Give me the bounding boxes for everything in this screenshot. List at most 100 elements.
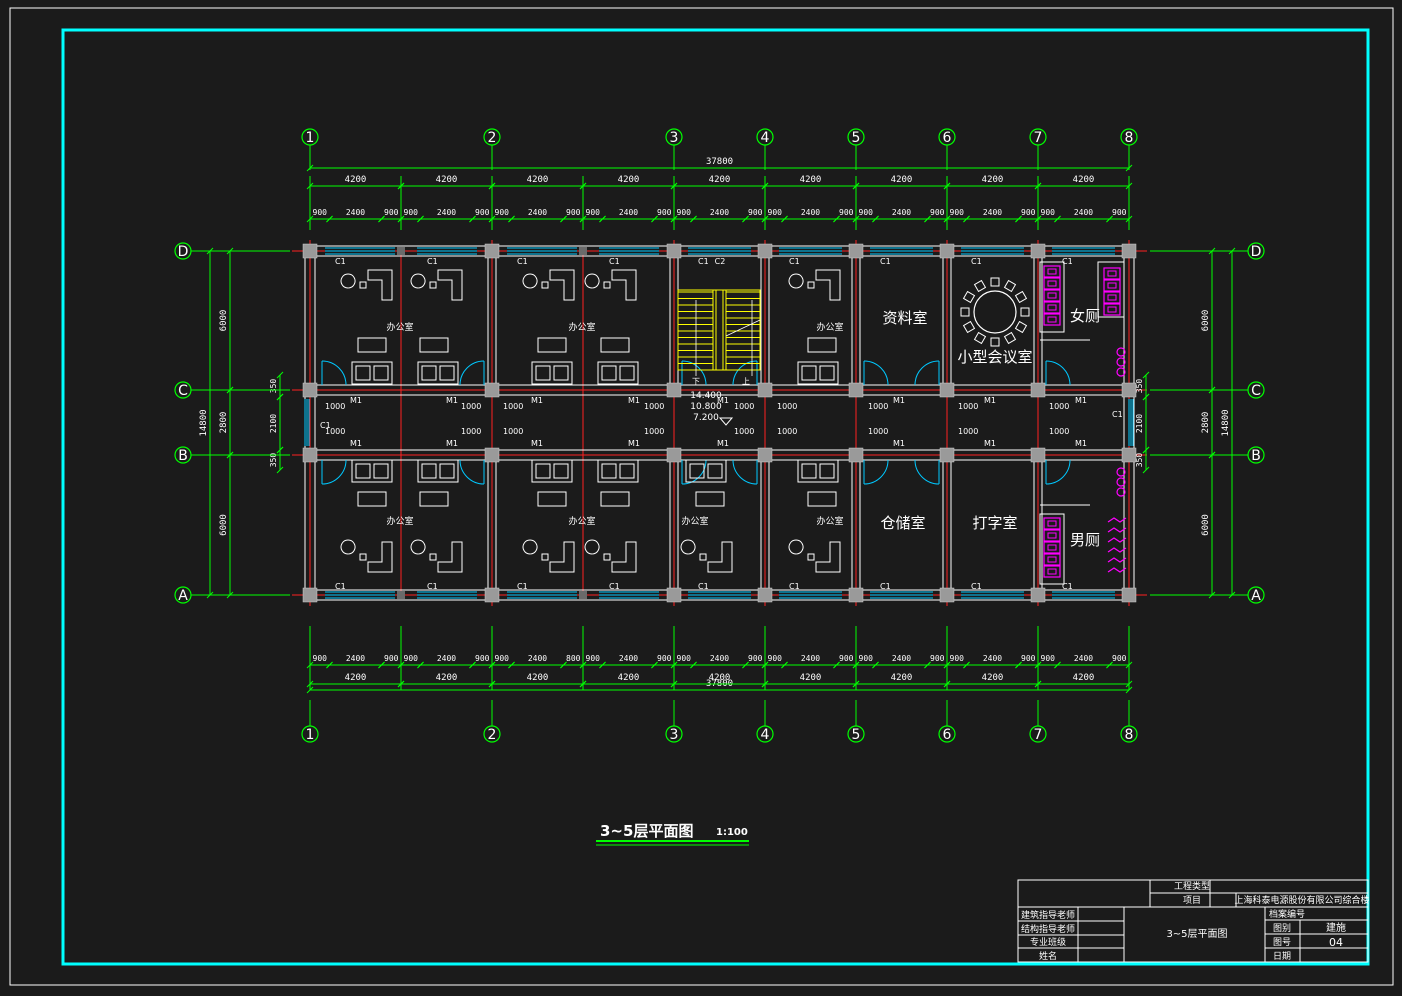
dimension-text: 900: [677, 208, 692, 217]
door-swing-arc: [321, 360, 347, 386]
toilet-bowl: [1047, 268, 1057, 275]
structural-column: [848, 447, 864, 463]
toilet-stall: [1043, 529, 1061, 542]
office-desk: [367, 541, 393, 573]
dimension-text: 900: [586, 654, 601, 663]
stair-up-label: 上: [742, 377, 750, 386]
structural-column: [1030, 243, 1046, 259]
dimension-text: 2400: [619, 654, 638, 663]
axis-lines: [292, 240, 1147, 606]
door-swing-arc: [321, 459, 347, 485]
dimension-text: 4200: [345, 175, 367, 185]
sofa-seat: [819, 365, 835, 381]
coffee-table: [537, 337, 567, 353]
door-swing-arc: [914, 459, 940, 485]
title-block-archive-no: 档案编号: [1269, 908, 1305, 920]
structural-column: [939, 382, 955, 398]
inner-frame: [61, 28, 1370, 966]
title-block-row-3: 专业班级: [1030, 936, 1066, 948]
toilet-stall: [1103, 291, 1121, 304]
sofa: [417, 361, 459, 385]
dimension-text: 900: [950, 208, 965, 217]
office-desk: [815, 541, 841, 573]
axis-bubble-label: C: [1251, 383, 1261, 399]
axis-bubble-label: 8: [1125, 727, 1134, 743]
room-label-storage: 仓储室: [880, 514, 925, 532]
sofa: [797, 361, 839, 385]
dimension-text: 350: [269, 379, 278, 394]
sofa-seat: [535, 365, 551, 381]
toilet-stall: [1043, 541, 1061, 554]
sofa-seat: [553, 463, 569, 479]
door-label: M1: [531, 439, 543, 448]
room-label-office: 办公室: [386, 515, 413, 527]
dimension-text: 2400: [801, 654, 820, 663]
stair-outline: [677, 289, 761, 371]
dimension-text: 900: [677, 654, 692, 663]
structural-column: [1121, 587, 1137, 603]
title-block-number-label: 图号: [1273, 937, 1291, 948]
coffee-table: [419, 491, 449, 507]
dimension-text: 4200: [1073, 673, 1095, 683]
dimension-text: 900: [1112, 208, 1127, 217]
meeting-chair: [1020, 307, 1030, 317]
office-chair: [340, 539, 356, 555]
door-width-label: 1000: [734, 427, 754, 436]
dimension-text: 4200: [618, 673, 640, 683]
door-label: M1: [446, 396, 458, 405]
toilet-bowl: [1047, 556, 1057, 563]
room-label-office: 办公室: [816, 321, 843, 333]
urinal: [1107, 537, 1127, 543]
title-block-row-2: 结构指导老师: [1021, 923, 1075, 935]
room-label-typing: 打字室: [972, 514, 1017, 532]
office-desk: [611, 541, 637, 573]
structural-column: [484, 447, 500, 463]
office-desk: [549, 269, 575, 301]
dimension-text: 900: [748, 654, 763, 663]
dimension-text: 900: [657, 654, 672, 663]
door-width-label: 1000: [503, 427, 523, 436]
structural-column: [484, 243, 500, 259]
office-computer: [541, 281, 549, 289]
office-chair: [788, 539, 804, 555]
meeting-chair: [973, 331, 987, 345]
structural-column: [1030, 587, 1046, 603]
dimension-text: 900: [384, 208, 399, 217]
office-chair: [522, 539, 538, 555]
dimension-text: 6000: [1201, 514, 1211, 536]
dimension-text: 900: [950, 654, 965, 663]
window-label: C1: [971, 582, 982, 591]
dimension-text: 900: [1041, 654, 1056, 663]
structural-column: [302, 243, 318, 259]
toilet-bowl: [1107, 294, 1117, 301]
room-label-men-wc: 男厕: [1070, 531, 1100, 549]
axis-bubbles: 1 1 2 2 3 3 4 4 5 5 6 6 7 7 8 8 D D C C B B A A: [174, 128, 1265, 743]
title-block-project-type: 工程类型: [1174, 880, 1210, 892]
door-label: M1: [893, 396, 905, 405]
sofa: [597, 361, 639, 385]
sofa-seat: [439, 365, 455, 381]
sofa-seat: [373, 463, 389, 479]
sofa: [531, 361, 573, 385]
door-width-label: 1000: [958, 402, 978, 411]
axis-bubble-label: 4: [761, 130, 770, 146]
sofa-seat: [373, 365, 389, 381]
sofa-seat: [601, 365, 617, 381]
toilet-stall: [1043, 277, 1061, 290]
dimension-text: 900: [1021, 208, 1036, 217]
sofa-seat: [553, 365, 569, 381]
axis-bubble-label: 3: [670, 130, 679, 146]
window-label: C1: [698, 582, 709, 591]
meeting-chair: [962, 320, 976, 334]
sofa-seat: [535, 463, 551, 479]
dimension-text: 900: [839, 208, 854, 217]
structural-column: [757, 587, 773, 603]
door-swing-arc: [863, 459, 889, 485]
structural-column: [939, 243, 955, 259]
door-label: M1: [893, 439, 905, 448]
dimension-text: 900: [930, 208, 945, 217]
sofa: [351, 459, 393, 483]
toilet-bowl: [1047, 568, 1057, 575]
title-block-category-label: 图别: [1273, 923, 1291, 934]
door-swing-arc: [863, 360, 889, 386]
